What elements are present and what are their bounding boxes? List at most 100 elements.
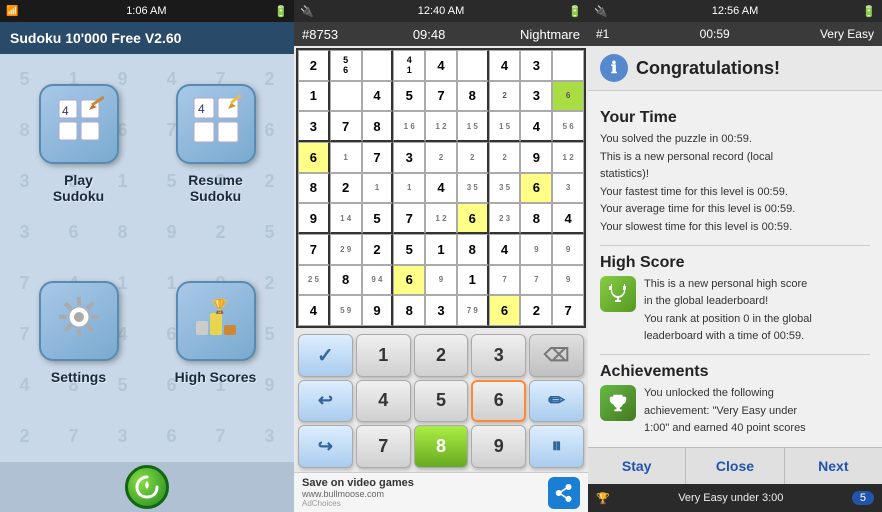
cell-3-1[interactable]: 1 <box>330 142 362 173</box>
cell-4-2[interactable]: 1 <box>362 173 394 204</box>
cell-1-5[interactable]: 8 <box>457 81 489 112</box>
cell-0-4[interactable]: 4 <box>425 50 457 81</box>
cell-1-6[interactable]: 2 <box>489 81 521 112</box>
cell-8-3[interactable]: 8 <box>393 295 425 326</box>
cell-3-2[interactable]: 7 <box>362 142 394 173</box>
cell-0-1[interactable]: 56 <box>330 50 362 81</box>
cell-3-7[interactable]: 9 <box>520 142 552 173</box>
cell-6-8[interactable]: 9 <box>552 234 584 265</box>
cell-5-1[interactable]: 1 4 <box>330 203 362 234</box>
cell-7-0[interactable]: 2 5 <box>298 265 330 296</box>
cell-2-3[interactable]: 1 6 <box>393 111 425 142</box>
num-1-btn[interactable]: 1 <box>356 334 411 377</box>
cell-6-1[interactable]: 2 9 <box>330 234 362 265</box>
resume-icon-box[interactable]: 4 <box>176 84 256 164</box>
cell-1-0[interactable]: 1 <box>298 81 330 112</box>
next-button[interactable]: Next <box>785 448 882 484</box>
cell-4-1[interactable]: 2 <box>330 173 362 204</box>
num-6-btn[interactable]: 6 <box>471 380 526 423</box>
play-icon-box[interactable]: 4 <box>39 84 119 164</box>
cell-3-6[interactable]: 2 <box>489 142 521 173</box>
num-3-btn[interactable]: 3 <box>471 334 526 377</box>
num-9-btn[interactable]: 9 <box>471 425 526 468</box>
num-5-btn[interactable]: 5 <box>414 380 469 423</box>
cell-4-0[interactable]: 8 <box>298 173 330 204</box>
settings-icon-box[interactable] <box>39 281 119 361</box>
cell-5-5[interactable]: 6 <box>457 203 489 234</box>
num-2-btn[interactable]: 2 <box>414 334 469 377</box>
cell-7-7[interactable]: 7 <box>520 265 552 296</box>
cell-7-3[interactable]: 6 <box>393 265 425 296</box>
cell-7-4[interactable]: 9 <box>425 265 457 296</box>
cell-3-4[interactable]: 2 <box>425 142 457 173</box>
menu-item-settings[interactable]: Settings <box>20 281 137 442</box>
cell-5-0[interactable]: 9 <box>298 203 330 234</box>
cell-4-5[interactable]: 3 5 <box>457 173 489 204</box>
cell-3-8[interactable]: 1 2 <box>552 142 584 173</box>
cell-5-2[interactable]: 5 <box>362 203 394 234</box>
cell-8-5[interactable]: 7 9 <box>457 295 489 326</box>
cell-8-1[interactable]: 5 9 <box>330 295 362 326</box>
cell-1-7[interactable]: 3 <box>520 81 552 112</box>
cell-5-4[interactable]: 1 2 <box>425 203 457 234</box>
cell-7-5[interactable]: 1 <box>457 265 489 296</box>
cell-3-5[interactable]: 2 <box>457 142 489 173</box>
cell-2-4[interactable]: 1 2 <box>425 111 457 142</box>
cell-2-5[interactable]: 1 5 <box>457 111 489 142</box>
cell-0-0[interactable]: 2 <box>298 50 330 81</box>
cell-4-3[interactable]: 1 <box>393 173 425 204</box>
cell-7-1[interactable]: 8 <box>330 265 362 296</box>
pencil-btn[interactable]: ✏ <box>529 380 584 423</box>
num-7-btn[interactable]: 7 <box>356 425 411 468</box>
cell-1-3[interactable]: 5 <box>393 81 425 112</box>
cell-3-3[interactable]: 3 <box>393 142 425 173</box>
cell-6-7[interactable]: 9 <box>520 234 552 265</box>
undo-btn[interactable]: ↩ <box>298 380 353 423</box>
cell-1-1[interactable] <box>330 81 362 112</box>
cell-6-2[interactable]: 2 <box>362 234 394 265</box>
cell-0-6[interactable]: 4 <box>489 50 521 81</box>
cell-2-0[interactable]: 3 <box>298 111 330 142</box>
cell-1-4[interactable]: 7 <box>425 81 457 112</box>
cell-5-8[interactable]: 4 <box>552 203 584 234</box>
cell-7-6[interactable]: 7 <box>489 265 521 296</box>
cell-4-6[interactable]: 3 5 <box>489 173 521 204</box>
cell-4-8[interactable]: 3 <box>552 173 584 204</box>
cell-0-8[interactable] <box>552 50 584 81</box>
cell-6-4[interactable]: 1 <box>425 234 457 265</box>
cell-8-4[interactable]: 3 <box>425 295 457 326</box>
menu-item-resume[interactable]: 4 ResumeSudoku <box>157 84 274 261</box>
cell-0-3[interactable]: 41 <box>393 50 425 81</box>
share-button[interactable] <box>548 477 580 509</box>
cell-3-0[interactable]: 6 <box>298 142 330 173</box>
cell-5-3[interactable]: 7 <box>393 203 425 234</box>
cell-2-6[interactable]: 1 5 <box>489 111 521 142</box>
cell-1-2[interactable]: 4 <box>362 81 394 112</box>
cell-0-5[interactable] <box>457 50 489 81</box>
cell-0-2[interactable] <box>362 50 394 81</box>
cell-5-6[interactable]: 2 3 <box>489 203 521 234</box>
cell-7-8[interactable]: 9 <box>552 265 584 296</box>
check-btn[interactable]: ✓ <box>298 334 353 377</box>
cell-8-8[interactable]: 7 <box>552 295 584 326</box>
highscores-icon-box[interactable]: 🏆 <box>176 281 256 361</box>
cell-8-2[interactable]: 9 <box>362 295 394 326</box>
redo-btn[interactable]: ↪ <box>298 425 353 468</box>
cell-1-8[interactable]: 6 <box>552 81 584 112</box>
cell-8-7[interactable]: 2 <box>520 295 552 326</box>
menu-item-play[interactable]: 4 PlaySudoku <box>20 84 137 261</box>
menu-item-highscores[interactable]: 🏆 High Scores <box>157 281 274 442</box>
cell-6-5[interactable]: 8 <box>457 234 489 265</box>
cell-4-4[interactable]: 4 <box>425 173 457 204</box>
eraser-btn[interactable]: ⌫ <box>529 334 584 377</box>
stay-button[interactable]: Stay <box>588 448 686 484</box>
cell-5-7[interactable]: 8 <box>520 203 552 234</box>
cell-0-7[interactable]: 3 <box>520 50 552 81</box>
cell-2-7[interactable]: 4 <box>520 111 552 142</box>
cell-4-7[interactable]: 6 <box>520 173 552 204</box>
num-8-btn[interactable]: 8 <box>414 425 469 468</box>
pause-btn[interactable]: ⏸ <box>529 425 584 468</box>
cell-2-1[interactable]: 7 <box>330 111 362 142</box>
cell-8-6[interactable]: 6 <box>489 295 521 326</box>
cell-6-0[interactable]: 7 <box>298 234 330 265</box>
